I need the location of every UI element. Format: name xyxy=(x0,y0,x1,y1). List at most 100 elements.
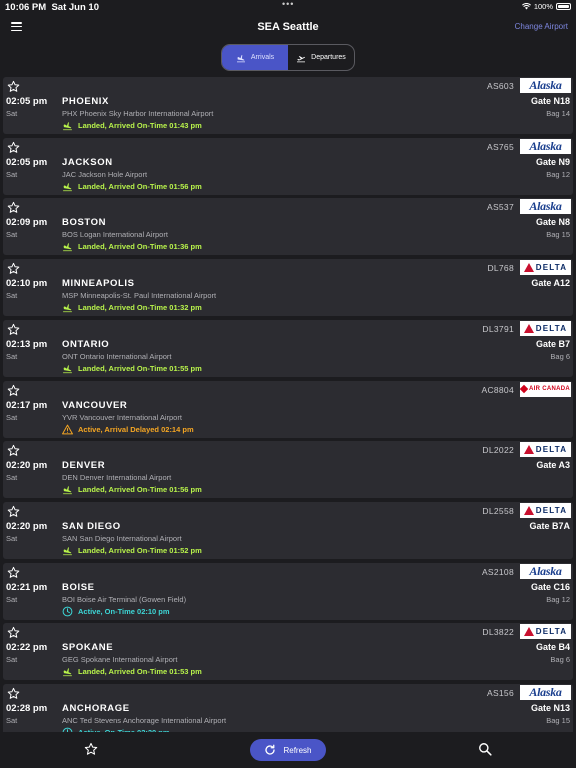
departures-tab[interactable]: Departures xyxy=(288,45,354,70)
favorite-star-icon[interactable] xyxy=(7,323,20,336)
airline-logo: Alaska xyxy=(520,563,571,579)
favorite-star-icon[interactable] xyxy=(7,444,20,457)
flight-list[interactable]: AS603 Alaska 02:05 pm Sat PHOENIX PHX Phoenix… xyxy=(0,77,576,732)
alaska-logo: Alaska xyxy=(529,138,562,153)
plane-landing-icon xyxy=(63,243,72,252)
flight-number: AS156 xyxy=(486,688,514,698)
arrival-day: Sat xyxy=(6,655,18,665)
favorite-star-icon[interactable] xyxy=(7,141,20,154)
warning-icon xyxy=(62,424,73,434)
flight-card[interactable]: AS537 Alaska 02:09 pm Sat BOSTON BOS Logan In… xyxy=(3,198,573,256)
arrival-time: 02:17 pm xyxy=(6,399,48,411)
plane-landing-icon xyxy=(63,182,72,191)
origin-city: VANCOUVER xyxy=(62,399,128,411)
origin-city: BOISE xyxy=(62,581,95,593)
arrival-time: 02:09 pm xyxy=(6,217,48,229)
origin-city: PHOENIX xyxy=(62,96,109,107)
flight-card[interactable]: AS765 Alaska 02:05 pm Sat JACKSON JAC Jackson… xyxy=(3,137,573,195)
favorite-star-icon[interactable] xyxy=(7,201,20,214)
favorite-star-icon[interactable] xyxy=(7,687,20,700)
delta-logo: DELTA xyxy=(523,323,567,333)
arrival-time: 02:10 pm xyxy=(6,278,48,290)
arrival-day: Sat xyxy=(6,169,18,179)
flight-card[interactable]: AS603 Alaska 02:05 pm Sat PHOENIX PHX Phoenix… xyxy=(3,77,573,134)
flight-card[interactable]: DL768 DELTA 02:10 pm Sat MINNEAPOLIS MSP Minn… xyxy=(3,259,573,317)
flight-status: Landed, Arrived On-Time 01:55 pm xyxy=(62,363,202,374)
favorite-star-icon[interactable] xyxy=(7,505,20,518)
airline-logo: Alaska xyxy=(520,685,571,700)
gate-label: Gate N8 xyxy=(535,217,570,228)
flight-status: Landed, Arrived On-Time 01:56 pm xyxy=(62,181,202,192)
flight-number: AC8804 xyxy=(481,384,514,395)
flight-card[interactable]: AC8804 AIR CANADA 02:17 pm Sat VANCOUVER YVR … xyxy=(3,380,573,438)
origin-airport: YVR Vancouver International Airport xyxy=(62,412,182,422)
alaska-logo: Alaska xyxy=(529,78,562,92)
favorite-star-icon[interactable] xyxy=(7,80,20,93)
origin-airport: MSP Minneapolis-St. Paul International A… xyxy=(62,291,217,301)
flight-card[interactable]: DL2022 DELTA 02:20 pm Sat DENVER DEN Denver I… xyxy=(3,441,573,499)
flight-card[interactable]: DL3791 DELTA 02:13 pm Sat ONTARIO ONT Ontario… xyxy=(3,319,573,377)
plane-landing-icon xyxy=(63,486,72,495)
airline-logo: Alaska xyxy=(520,138,571,154)
plane-landing-icon xyxy=(63,304,72,313)
arrivals-tab[interactable]: Arrivals xyxy=(222,45,288,70)
flight-card[interactable]: DL3822 DELTA 02:22 pm Sat SPOKANE GEG Spokane… xyxy=(3,623,573,681)
refresh-button[interactable]: Refresh xyxy=(250,739,326,761)
arrival-time: 02:13 pm xyxy=(6,338,48,350)
arrival-day: Sat xyxy=(6,473,18,483)
favorite-star-icon[interactable] xyxy=(7,566,20,579)
origin-city: MINNEAPOLIS xyxy=(62,278,135,290)
origin-airport: BOI Boise Air Terminal (Gowen Field) xyxy=(62,594,187,604)
delta-logo: DELTA xyxy=(523,505,567,515)
airline-logo: Alaska xyxy=(520,199,571,215)
baggage-label: Bag 15 xyxy=(546,230,570,240)
flight-card[interactable]: AS2108 Alaska 02:21 pm Sat BOISE BOI Boise Ai… xyxy=(3,562,573,620)
flight-status: Landed, Arrived On-Time 01:36 pm xyxy=(62,241,202,252)
baggage-label: Bag 12 xyxy=(546,594,570,604)
airline-logo: Alaska xyxy=(520,78,571,93)
battery-percent: 100% xyxy=(533,2,553,11)
gate-label: Gate N13 xyxy=(530,703,570,713)
origin-airport: BOS Logan International Airport xyxy=(62,230,168,240)
favorite-star-icon[interactable] xyxy=(7,262,20,275)
change-airport-button[interactable]: Change Airport xyxy=(515,22,568,31)
origin-airport: GEG Spokane International Airport xyxy=(62,655,178,665)
gate-label: Gate N18 xyxy=(530,96,570,106)
gate-label: Gate B4 xyxy=(535,642,570,653)
search-icon[interactable] xyxy=(478,742,492,756)
flight-status: Landed, Arrived On-Time 01:43 pm xyxy=(62,120,202,131)
baggage-label: Bag 6 xyxy=(550,351,570,361)
origin-city: ONTARIO xyxy=(62,338,110,350)
page-title: SEA Seattle xyxy=(257,21,319,33)
airline-logo: DELTA xyxy=(520,442,571,458)
arrival-day: Sat xyxy=(6,716,18,725)
status-right: 100% xyxy=(521,2,571,11)
airline-logo: DELTA xyxy=(520,320,571,336)
flight-number: DL2558 xyxy=(482,505,514,516)
origin-city: BOSTON xyxy=(62,217,107,229)
flight-status: Landed, Arrived On-Time 01:53 pm xyxy=(62,666,202,677)
origin-airport: ONT Ontario International Airport xyxy=(62,351,172,361)
favorites-star-icon[interactable] xyxy=(84,742,98,756)
gate-label: Gate B7A xyxy=(529,520,570,531)
battery-icon xyxy=(556,3,571,10)
alaska-logo: Alaska xyxy=(529,199,562,214)
arrival-day: Sat xyxy=(6,351,18,361)
gate-label: Gate N9 xyxy=(535,156,570,167)
clock-icon xyxy=(62,606,73,616)
airline-logo: DELTA xyxy=(520,260,571,276)
multitasking-dots-icon[interactable]: ••• xyxy=(282,0,294,9)
flight-status: Active, Arrival Delayed 02:14 pm xyxy=(62,424,194,435)
baggage-label: Bag 15 xyxy=(546,716,570,725)
alaska-logo: Alaska xyxy=(529,563,562,578)
origin-airport: SAN San Diego International Airport xyxy=(62,533,182,543)
flight-card[interactable]: DL2558 DELTA 02:20 pm Sat SAN DIEGO SAN San D… xyxy=(3,501,573,559)
flight-status: Landed, Arrived On-Time 01:56 pm xyxy=(62,484,202,495)
flight-card[interactable]: AS156 Alaska 02:28 pm Sat ANCHORAGE ANC Ted S… xyxy=(3,684,573,732)
plane-landing-icon xyxy=(63,365,72,373)
gate-label: Gate A3 xyxy=(536,460,570,471)
favorite-star-icon[interactable] xyxy=(7,626,20,639)
airline-logo: DELTA xyxy=(520,624,571,640)
favorite-star-icon[interactable] xyxy=(7,384,20,397)
bottom-tab-bar: Refresh xyxy=(0,732,576,768)
